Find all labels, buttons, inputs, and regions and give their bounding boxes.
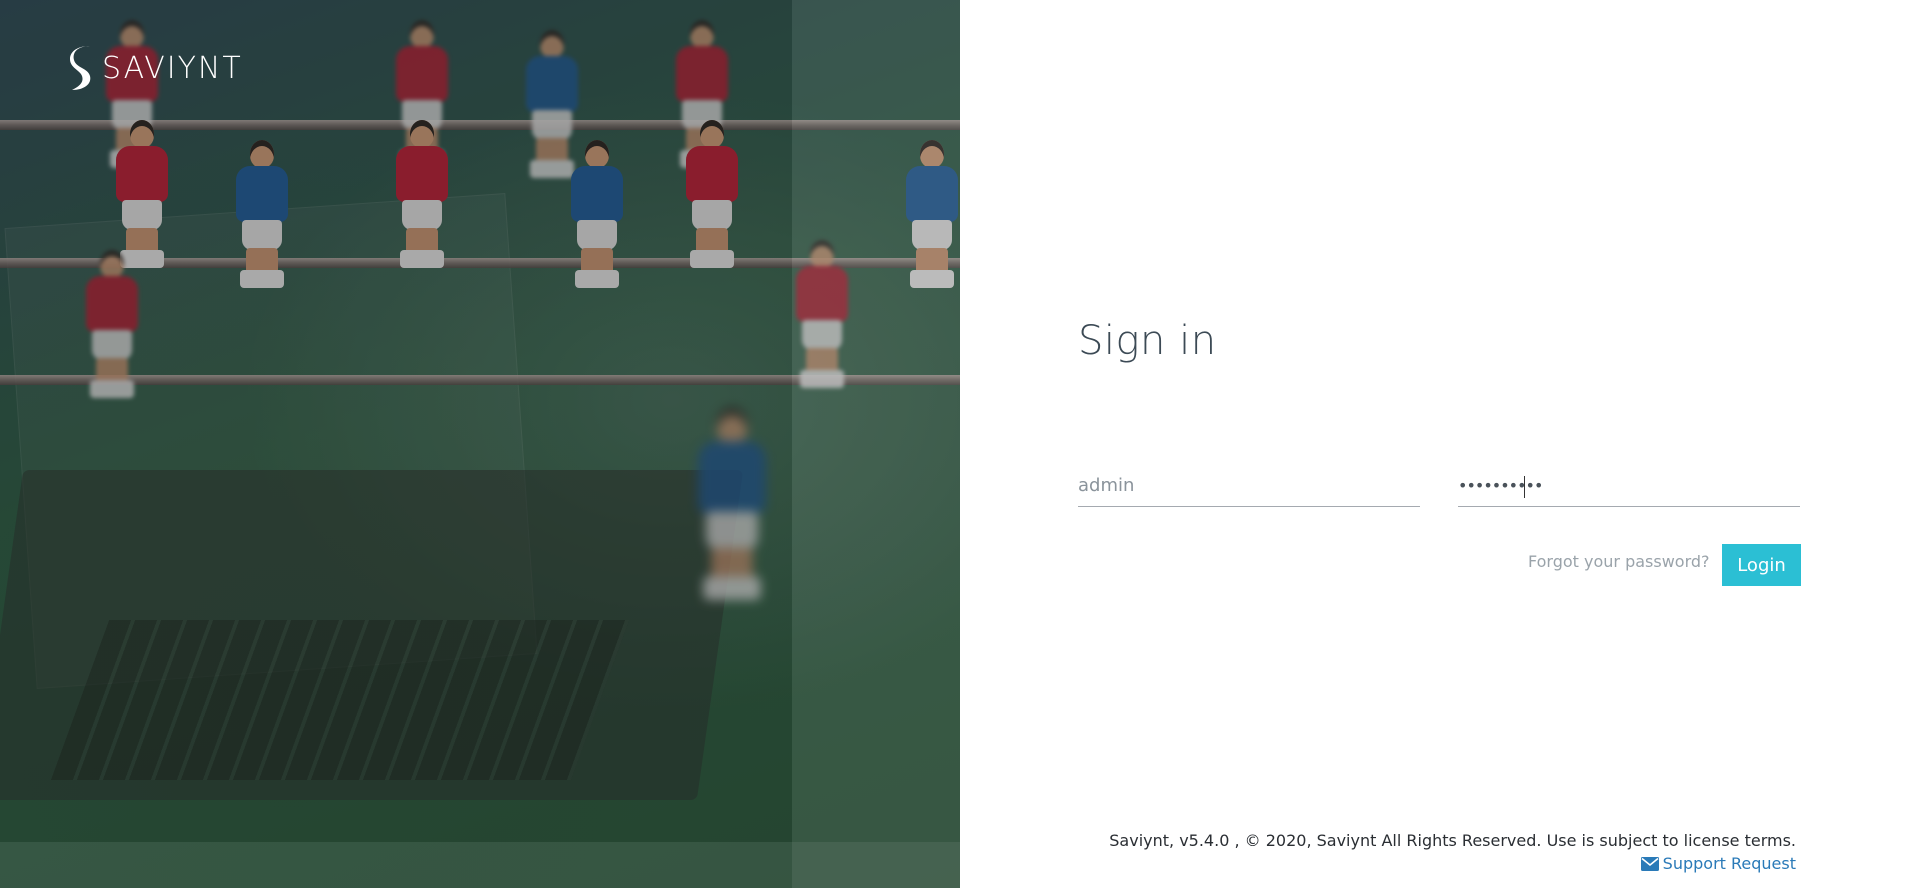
login-button[interactable]: Login: [1722, 544, 1801, 586]
login-page: SAVIYNT Sign in Forgot your password? Lo…: [0, 0, 1920, 888]
page-title: Sign in: [1078, 318, 1217, 364]
saviynt-s-logo-icon: [70, 46, 91, 90]
support-request-label: Support Request: [1662, 854, 1796, 873]
saviynt-logo: SAVIYNT: [68, 44, 243, 92]
logo-text: SAVIYNT: [102, 50, 243, 86]
hero-image-panel: SAVIYNT: [0, 0, 960, 888]
hero-panel-overlay: [0, 0, 792, 842]
forgot-password-link[interactable]: Forgot your password?: [1528, 552, 1710, 571]
username-input[interactable]: [1078, 466, 1420, 504]
copyright-text: Saviynt, v5.4.0 , © 2020, Saviynt All Ri…: [1109, 831, 1796, 850]
envelope-icon: [1640, 856, 1659, 871]
hero-bottom-strip: [0, 842, 960, 888]
password-input[interactable]: [1458, 466, 1800, 504]
support-request-link[interactable]: Support Request: [1640, 854, 1796, 873]
text-cursor: [1524, 476, 1525, 498]
password-field: [1458, 466, 1800, 507]
username-field: [1078, 466, 1420, 507]
hero-light-strip: [792, 0, 960, 888]
